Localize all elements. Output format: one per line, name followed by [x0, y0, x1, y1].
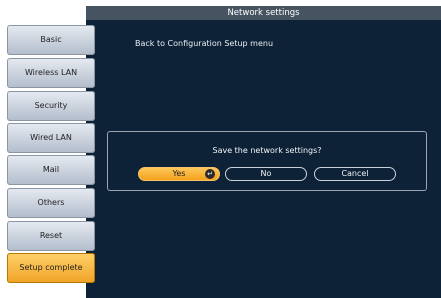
back-to-configuration-menu-link[interactable]: Back to Configuration Setup menu	[135, 39, 273, 48]
window-title: Network settings	[86, 6, 441, 20]
sidebar-item-wired-lan[interactable]: Wired LAN	[7, 123, 95, 153]
cancel-button[interactable]: Cancel	[314, 167, 396, 181]
cancel-button-label: Cancel	[341, 169, 369, 178]
no-button[interactable]: No	[225, 167, 307, 181]
sidebar-item-others[interactable]: Others	[7, 188, 95, 218]
sidebar-item-wireless-lan[interactable]: Wireless LAN	[7, 58, 95, 88]
sidebar-item-setup-complete[interactable]: Setup complete	[7, 253, 95, 283]
yes-button-label: Yes	[172, 169, 186, 178]
sidebar-item-mail[interactable]: Mail	[7, 155, 95, 185]
save-settings-dialog: Save the network settings? Yes ↵ No Canc…	[107, 131, 427, 191]
sidebar-item-reset[interactable]: Reset	[7, 221, 95, 251]
dialog-message: Save the network settings?	[212, 146, 322, 155]
no-button-label: No	[260, 169, 272, 178]
enter-key-icon: ↵	[205, 169, 215, 179]
sidebar-item-security[interactable]: Security	[7, 91, 95, 121]
sidebar-item-basic[interactable]: Basic	[7, 25, 95, 55]
yes-button[interactable]: Yes ↵	[138, 167, 220, 181]
